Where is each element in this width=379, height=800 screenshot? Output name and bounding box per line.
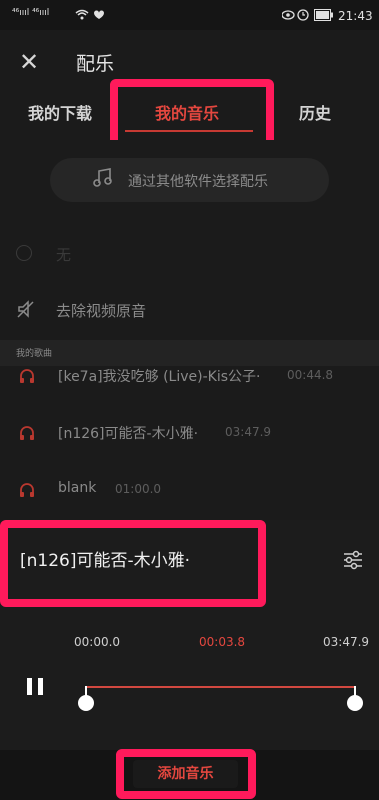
tab-my-downloads[interactable]: 我的下载 <box>28 100 92 124</box>
song-title[interactable]: blank <box>58 480 96 496</box>
status-time: 21:43 <box>338 9 373 23</box>
eye-alarm-icon <box>282 9 309 21</box>
mute-speaker-icon <box>17 300 34 318</box>
select-from-other-apps-label: 通过其他软件选择配乐 <box>128 174 268 190</box>
tab-history[interactable]: 历史 <box>299 100 331 124</box>
song-duration: 00:44.8 <box>287 368 334 382</box>
pause-icon[interactable] <box>24 675 48 699</box>
remove-original-audio-option[interactable]: 去除视频原音 <box>56 300 146 321</box>
trim-end-handle[interactable] <box>347 695 363 711</box>
song-duration: 03:47.9 <box>225 425 272 439</box>
wifi-heart-icon <box>75 9 104 20</box>
page-title: 配乐 <box>76 53 115 75</box>
highlight-box-now-playing <box>0 520 266 607</box>
trim-range-track[interactable] <box>86 686 356 688</box>
time-end: 03:47.9 <box>323 635 370 649</box>
time-start: 00:00.0 <box>74 635 121 649</box>
trim-start-handle[interactable] <box>78 695 94 711</box>
song-title[interactable]: [n126]可能否-木小雅· <box>58 423 198 443</box>
add-music-button[interactable]: 添加音乐 <box>133 760 238 788</box>
section-header <box>0 340 379 366</box>
headphones-icon <box>20 483 34 497</box>
song-duration: 01:00.0 <box>115 482 162 496</box>
headphones-icon <box>20 369 34 383</box>
headphones-icon <box>20 426 34 440</box>
time-current: 00:03.8 <box>199 635 246 649</box>
signal-indicator: ⁴⁶ıııl ⁴⁶ıııl <box>12 8 50 18</box>
section-label: 我的歌曲 <box>16 349 53 359</box>
song-title[interactable]: [ke7a]我没吃够 (Live)-Kis公子· <box>58 366 260 386</box>
battery-icon <box>314 9 333 21</box>
close-icon[interactable]: ✕ <box>14 48 44 76</box>
music-note-icon <box>93 168 112 187</box>
none-option-icon <box>16 245 32 261</box>
settings-sliders-icon[interactable] <box>342 550 364 570</box>
none-option[interactable]: 无 <box>56 244 71 265</box>
